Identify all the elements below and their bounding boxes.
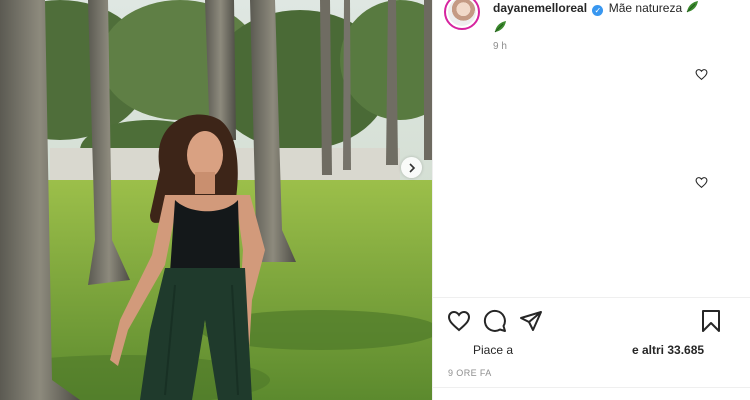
caption-text: dayanemelloreal ✓ Mãe natureza xyxy=(493,0,733,39)
next-photo-button[interactable] xyxy=(401,157,422,178)
post-photo[interactable] xyxy=(0,0,432,400)
comment-like-heart-icon[interactable] xyxy=(695,176,708,189)
avatar[interactable] xyxy=(444,0,480,30)
leaf-emoji-icon xyxy=(493,20,507,39)
comment-like-heart-icon[interactable] xyxy=(695,68,708,81)
photo-woman-in-park xyxy=(0,0,432,400)
divider xyxy=(433,297,750,298)
heart-icon[interactable] xyxy=(447,309,471,333)
caption-comment: dayanemelloreal ✓ Mãe natureza xyxy=(444,0,733,39)
divider xyxy=(433,387,750,388)
post-date[interactable]: 9 ORE FA xyxy=(448,368,492,378)
comment-bubble-icon[interactable] xyxy=(483,309,507,333)
chevron-right-icon xyxy=(409,162,416,173)
caption-label: Mãe natureza xyxy=(608,1,683,15)
verified-badge-icon: ✓ xyxy=(592,5,604,16)
likes-count-link[interactable]: e altri 33.685 xyxy=(632,343,704,357)
post-time-ago: 9 h xyxy=(493,41,507,52)
bookmark-icon[interactable] xyxy=(699,309,723,333)
likes-prefix: Piace a xyxy=(473,343,514,357)
leaf-emoji-icon xyxy=(685,0,699,19)
paper-plane-icon[interactable] xyxy=(519,309,543,333)
post-side-panel: dayanemelloreal ✓ Mãe natureza 9 h Piace… xyxy=(432,0,750,400)
post-actions xyxy=(447,309,743,333)
username-link[interactable]: dayanemelloreal xyxy=(493,1,587,15)
instagram-post: dayanemelloreal ✓ Mãe natureza 9 h Piace… xyxy=(0,0,750,400)
